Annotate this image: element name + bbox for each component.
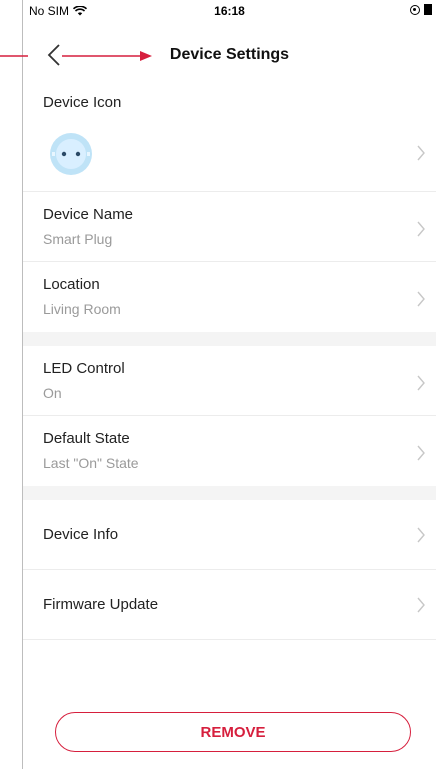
status-bar: No SIM 16:18 (23, 0, 436, 22)
status-time: 16:18 (214, 4, 245, 18)
led-control-value: On (43, 385, 62, 401)
remove-button[interactable]: REMOVE (55, 712, 411, 752)
chevron-right-icon (417, 375, 425, 391)
device-name-label: Device Name (43, 206, 134, 223)
device-info-label: Device Info (43, 526, 119, 543)
location-value: Living Room (43, 301, 121, 317)
chevron-right-icon (417, 221, 425, 237)
chevron-right-icon (417, 597, 425, 613)
led-control-row[interactable]: LED Control On (23, 346, 436, 416)
status-right (410, 4, 432, 15)
location-row[interactable]: Location Living Room (23, 262, 436, 332)
firmware-update-row[interactable]: Firmware Update (23, 570, 436, 640)
device-icon-label: Device Icon (43, 94, 122, 111)
smart-plug-icon (50, 133, 92, 175)
battery-icon (424, 4, 432, 15)
chevron-right-icon (417, 145, 425, 161)
location-label: Location (43, 276, 100, 293)
device-info-row[interactable]: Device Info (23, 500, 436, 570)
default-state-value: Last "On" State (43, 455, 139, 471)
device-name-value: Smart Plug (43, 231, 113, 247)
chevron-right-icon (417, 445, 425, 461)
chevron-right-icon (417, 527, 425, 543)
firmware-update-label: Firmware Update (43, 596, 159, 613)
default-state-label: Default State (43, 430, 130, 447)
led-control-label: LED Control (43, 360, 125, 377)
page-title: Device Settings (169, 46, 290, 63)
remove-container: REMOVE (55, 712, 411, 752)
device-name-row[interactable]: Device Name Smart Plug (23, 192, 436, 262)
section-separator (23, 486, 436, 500)
section-separator (23, 332, 436, 346)
chevron-right-icon (417, 291, 425, 307)
settings-list: Device Icon Device Name Smart Plug Locat… (23, 80, 436, 640)
device-icon-row[interactable]: Device Icon (23, 80, 436, 192)
nav-bar: Device Settings (23, 30, 436, 80)
default-state-row[interactable]: Default State Last "On" State (23, 416, 436, 486)
rotation-lock-icon (410, 4, 420, 15)
